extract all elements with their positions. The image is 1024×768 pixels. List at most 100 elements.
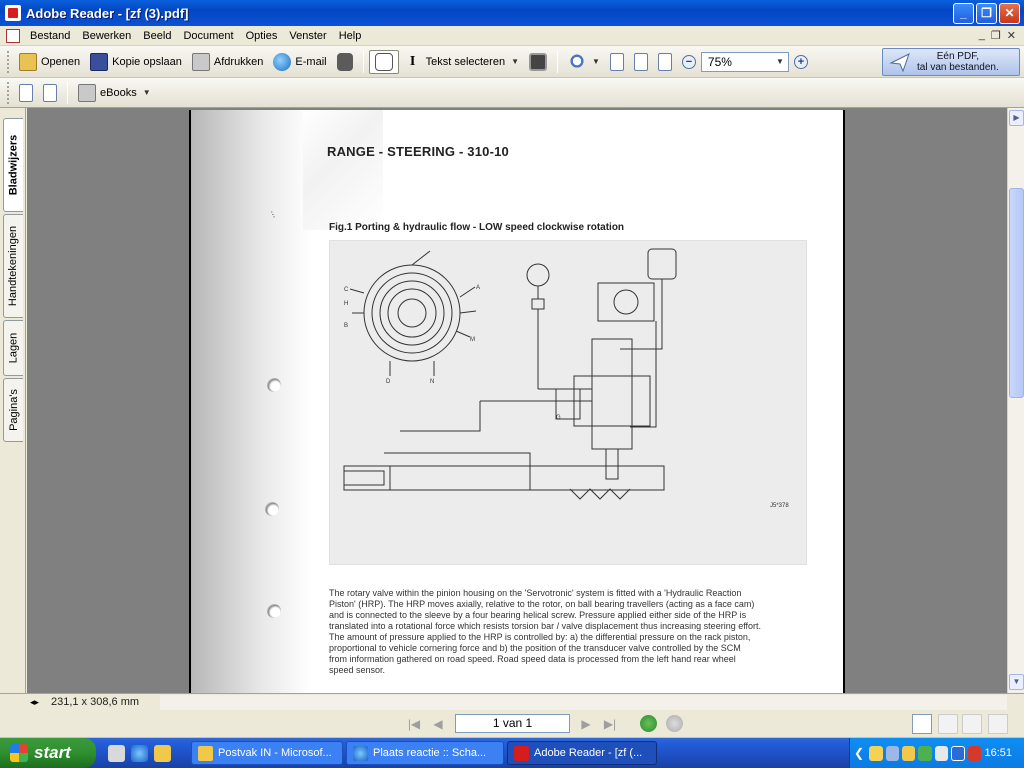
start-button[interactable]: start	[0, 738, 96, 768]
menu-document[interactable]: Document	[177, 30, 239, 42]
tray-expand-icon[interactable]: ❮	[854, 746, 864, 760]
toolbar-grip[interactable]	[7, 50, 11, 73]
ebooks-button[interactable]: eBooks ▼	[73, 81, 156, 105]
menu-beeld[interactable]: Beeld	[137, 30, 177, 42]
menu-help[interactable]: Help	[333, 30, 368, 42]
menu-bewerken[interactable]: Bewerken	[76, 30, 137, 42]
minus-icon: −	[681, 54, 696, 69]
antivirus-icon[interactable]	[951, 745, 965, 761]
single-page-view-button[interactable]	[912, 714, 932, 734]
outlook-tray-icon[interactable]	[901, 745, 916, 761]
page-icon	[609, 52, 624, 71]
mail-icon[interactable]	[869, 745, 883, 761]
facing-view-button[interactable]	[962, 714, 982, 734]
fit-page-button[interactable]	[629, 50, 653, 74]
chevron-down-icon[interactable]: ▼	[143, 88, 151, 97]
diagram-label: C	[344, 287, 349, 293]
body-line: The rotary valve within the pinion housi…	[329, 588, 742, 598]
shield-icon[interactable]	[967, 745, 982, 761]
tab-handtekeningen[interactable]: Handtekeningen	[3, 214, 23, 318]
previous-page-icon[interactable]: ◀	[430, 716, 446, 732]
horizontal-scrollbar[interactable]	[160, 694, 1007, 710]
document-icon[interactable]	[6, 28, 20, 43]
scroll-thumb[interactable]	[1009, 188, 1024, 398]
zoom-tool-button[interactable]: ▼	[563, 50, 605, 74]
next-page-icon[interactable]: ▶	[578, 716, 594, 732]
promo-line-2: tal van bestanden.	[917, 62, 999, 73]
chevron-down-icon[interactable]: ▼	[592, 57, 600, 66]
close-button[interactable]: ✕	[999, 2, 1020, 24]
settings-icon[interactable]	[108, 744, 125, 762]
minimize-button[interactable]: _	[953, 2, 974, 24]
body-line: and is connected to the sleeve by a four…	[329, 610, 747, 620]
system-tray: ❮ 16:51	[849, 738, 1024, 768]
body-line: from information gathered on road speed.…	[329, 654, 736, 664]
promo-button[interactable]: Eén PDF, tal van bestanden.	[882, 48, 1020, 76]
task-label: Adobe Reader - [zf (...	[534, 747, 643, 759]
document-viewport[interactable]: ⋯ RANGE - STEERING - 310-10 Fig.1 Portin…	[27, 108, 1007, 693]
scroll-down-button[interactable]: ▼	[1009, 674, 1024, 690]
email-icon	[273, 52, 292, 71]
diagram-label: B	[344, 323, 348, 329]
status-bar: ◂▸ 231,1 x 308,6 mm	[0, 693, 1024, 710]
chevron-down-icon[interactable]: ▼	[776, 57, 784, 66]
doc-minimize-button[interactable]: _	[979, 29, 985, 42]
volume-icon[interactable]	[934, 745, 949, 761]
text-select-button[interactable]: I Tekst selecteren ▼	[399, 50, 524, 74]
task-adobe-reader[interactable]: Adobe Reader - [zf (...	[507, 741, 657, 765]
back-icon[interactable]	[640, 715, 657, 732]
task-browser[interactable]: Plaats reactie :: Scha...	[346, 741, 504, 765]
first-page-icon[interactable]: |◀	[406, 716, 422, 732]
hand-tool-button[interactable]	[368, 49, 399, 74]
email-button[interactable]: E-mail	[268, 50, 331, 74]
continuous-view-button[interactable]	[938, 714, 958, 734]
forward-icon[interactable]	[666, 715, 683, 732]
menu-bestand[interactable]: Bestand	[24, 30, 76, 42]
rotate-clockwise-icon	[19, 83, 33, 102]
doc-restore-button[interactable]: ❐	[991, 29, 1001, 42]
zoom-in-button[interactable]: +	[789, 50, 813, 74]
rotate-ccw-button[interactable]	[38, 81, 62, 105]
snapshot-button[interactable]	[524, 50, 552, 74]
actual-size-button[interactable]	[605, 50, 629, 74]
diagram-label: A	[476, 285, 480, 291]
tab-paginas[interactable]: Pagina's	[3, 378, 23, 442]
diagram-label: N	[430, 379, 434, 385]
last-page-icon[interactable]: ▶|	[602, 716, 618, 732]
menu-venster[interactable]: Venster	[283, 30, 332, 42]
outlook-icon[interactable]	[154, 744, 171, 762]
tab-label: Pagina's	[7, 389, 20, 431]
doc-close-button[interactable]: ✕	[1007, 29, 1016, 42]
task-outlook[interactable]: Postvak IN - Microsof...	[191, 741, 343, 765]
windows-taskbar: start Postvak IN - Microsof... Plaats re…	[0, 738, 1024, 768]
zoom-select[interactable]: 75% ▼	[700, 51, 789, 72]
search-button[interactable]	[332, 50, 358, 74]
continuous-facing-view-button[interactable]	[988, 714, 1008, 734]
menu-opties[interactable]: Opties	[240, 30, 284, 42]
zoom-icon	[568, 52, 586, 71]
open-button[interactable]: Openen	[14, 50, 85, 74]
tab-bladwijzers[interactable]: Bladwijzers	[3, 118, 23, 212]
print-label: Afdrukken	[213, 55, 264, 68]
save-copy-button[interactable]: Kopie opslaan	[85, 50, 187, 74]
body-line: speed sensor.	[329, 665, 386, 675]
rotate-cw-button[interactable]	[14, 81, 38, 105]
ebooks-label: eBooks	[100, 86, 137, 99]
zoom-out-button[interactable]: −	[677, 50, 701, 74]
fit-width-button[interactable]	[653, 50, 677, 74]
toolbar-grip[interactable]	[7, 81, 11, 104]
print-button[interactable]: Afdrukken	[187, 50, 269, 74]
tab-lagen[interactable]: Lagen	[3, 320, 23, 376]
page-number-field[interactable]: 1 van 1	[455, 714, 570, 733]
restore-button[interactable]: ❐	[976, 2, 997, 24]
scroll-up-button[interactable]: ▶	[1009, 110, 1024, 126]
binoculars-icon	[336, 52, 353, 71]
punch-hole	[267, 604, 281, 618]
vertical-scrollbar[interactable]: ▶ ▼	[1007, 108, 1024, 693]
chevron-down-icon[interactable]: ▼	[511, 57, 519, 66]
internet-explorer-icon[interactable]	[131, 744, 148, 762]
network-icon[interactable]	[885, 745, 899, 761]
diagram-label: H	[344, 301, 348, 307]
safely-remove-icon[interactable]	[918, 745, 932, 761]
body-line: proportional to vehicle cornering force …	[329, 643, 741, 653]
